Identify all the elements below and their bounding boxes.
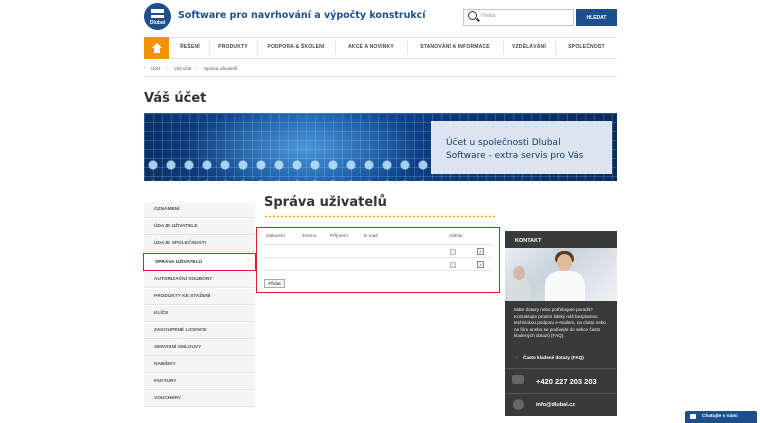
- breadcrumb-item[interactable]: Účet: [151, 66, 160, 71]
- column-header-jmeno: Jméno: [302, 234, 317, 239]
- title-dotted-divider: [264, 215, 497, 218]
- banner-heading-line1: Účet u společnosti Dlubal: [446, 138, 561, 148]
- email-icon: [513, 399, 524, 410]
- sidebar-item-udaje-spolecnosti[interactable]: ÚDAJE SPOLEČNOSTI: [144, 236, 255, 252]
- dlubal-logo[interactable]: Dlubal: [144, 3, 171, 30]
- column-header-email: E-mail: [364, 234, 378, 239]
- sidebar-item-oznameni[interactable]: OZNÁMENÍ: [144, 202, 255, 218]
- nav-item-produkty[interactable]: PRODUKTY: [210, 37, 256, 58]
- sidebar-item-faktury[interactable]: FAKTURY: [144, 374, 255, 390]
- chat-label: Chatujte s námi: [702, 414, 738, 419]
- sidebar-item-udaje-uzivatele[interactable]: ÚDAJE UŽIVATELE: [144, 219, 255, 235]
- table-row-divider: [263, 257, 492, 258]
- column-header-admin: Admin: [449, 234, 463, 239]
- chat-button[interactable]: Chatujte s námi: [685, 411, 757, 423]
- home-button[interactable]: [144, 37, 169, 59]
- page-title: Váš účet: [144, 91, 207, 106]
- sidebar-item-klice[interactable]: KLÍČE: [144, 306, 255, 322]
- breadcrumb-arrow-icon: ›: [144, 65, 146, 71]
- breadcrumb-arrow-icon: ›: [196, 65, 198, 71]
- sidebar-item-sprava-uzivatelu[interactable]: SPRÁVA UŽIVATELŮ: [143, 253, 256, 271]
- contact-title: KONTAKT: [515, 238, 542, 244]
- nav-item-vzdelavani[interactable]: VZDĚLÁVÁNÍ: [504, 37, 554, 58]
- faq-link[interactable]: Často kladené dotazy (FAQ): [523, 355, 584, 360]
- delete-user-button[interactable]: ×: [477, 248, 484, 255]
- active-arrow-icon: →: [245, 257, 251, 263]
- home-icon: [152, 43, 162, 53]
- column-header-prijmeni: Příjmení: [330, 234, 348, 239]
- contact-divider: [505, 368, 617, 369]
- contact-description: Máte dotazy nebo potřebujete poradit? Ko…: [514, 307, 606, 339]
- contact-divider: [505, 393, 617, 394]
- sidebar-item-nabidky[interactable]: NABÍDKY: [144, 357, 255, 373]
- nav-item-reseni[interactable]: ŘEŠENÍ: [172, 37, 208, 58]
- column-header-osloveni: Oslovení: [266, 234, 285, 239]
- sidebar-item-vouchery[interactable]: VOUCHERY: [144, 391, 255, 407]
- logo-text: Dlubal: [149, 20, 166, 26]
- section-title: Správa uživatelů: [264, 195, 387, 210]
- sidebar-item-produkty-ke-stazeni[interactable]: PRODUKTY KE STAŽENÍ: [144, 289, 255, 305]
- breadcrumb-divider: [144, 76, 617, 77]
- nav-item-podpora[interactable]: PODPORA & ŠKOLENÍ: [258, 37, 334, 58]
- nav-item-akce[interactable]: AKCE A NOVINKY: [336, 37, 406, 58]
- breadcrumb-arrow-icon: ›: [166, 65, 168, 71]
- admin-checkbox[interactable]: [450, 249, 456, 255]
- support-agent-photo: [505, 248, 617, 301]
- nav-item-stanovani[interactable]: STANOVÁNÍ A INFORMACE: [408, 37, 502, 58]
- search-button[interactable]: HLEDAT: [576, 9, 617, 26]
- email-link[interactable]: info@dlubal.cz: [536, 402, 575, 408]
- sidebar-item-servisni-smlouvy[interactable]: SERVISNÍ SMLOUVY: [144, 340, 255, 356]
- sidebar-item-zakoupene-licence[interactable]: ZAKOUPENÉ LICENCE: [144, 323, 255, 339]
- admin-checkbox[interactable]: [450, 262, 456, 268]
- faq-arrow-icon: →: [514, 354, 519, 360]
- breadcrumb-current: Správa uživatelů: [204, 66, 238, 71]
- table-row-divider: [263, 270, 492, 271]
- search-input[interactable]: [463, 9, 574, 26]
- nav-item-spolecnost[interactable]: SPOLEČNOST: [556, 37, 617, 58]
- delete-user-button[interactable]: ×: [477, 261, 484, 268]
- add-user-button[interactable]: Přidat: [264, 279, 285, 288]
- phone-icon: [512, 375, 524, 384]
- sidebar-item-autorizacni-soubory[interactable]: AUTORIZAČNÍ SOUBORY: [144, 272, 255, 288]
- search-icon: [468, 11, 477, 20]
- phone-number[interactable]: +420 227 203 203: [536, 377, 597, 386]
- breadcrumb-item[interactable]: Váš účet: [174, 66, 192, 71]
- search-placeholder: Hledat: [481, 13, 496, 19]
- site-tagline: Software pro navrhování a výpočty konstr…: [178, 10, 426, 21]
- chat-bubble-icon: [690, 414, 696, 419]
- banner-heading-line2: Software - extra servis pro Vás: [446, 151, 584, 161]
